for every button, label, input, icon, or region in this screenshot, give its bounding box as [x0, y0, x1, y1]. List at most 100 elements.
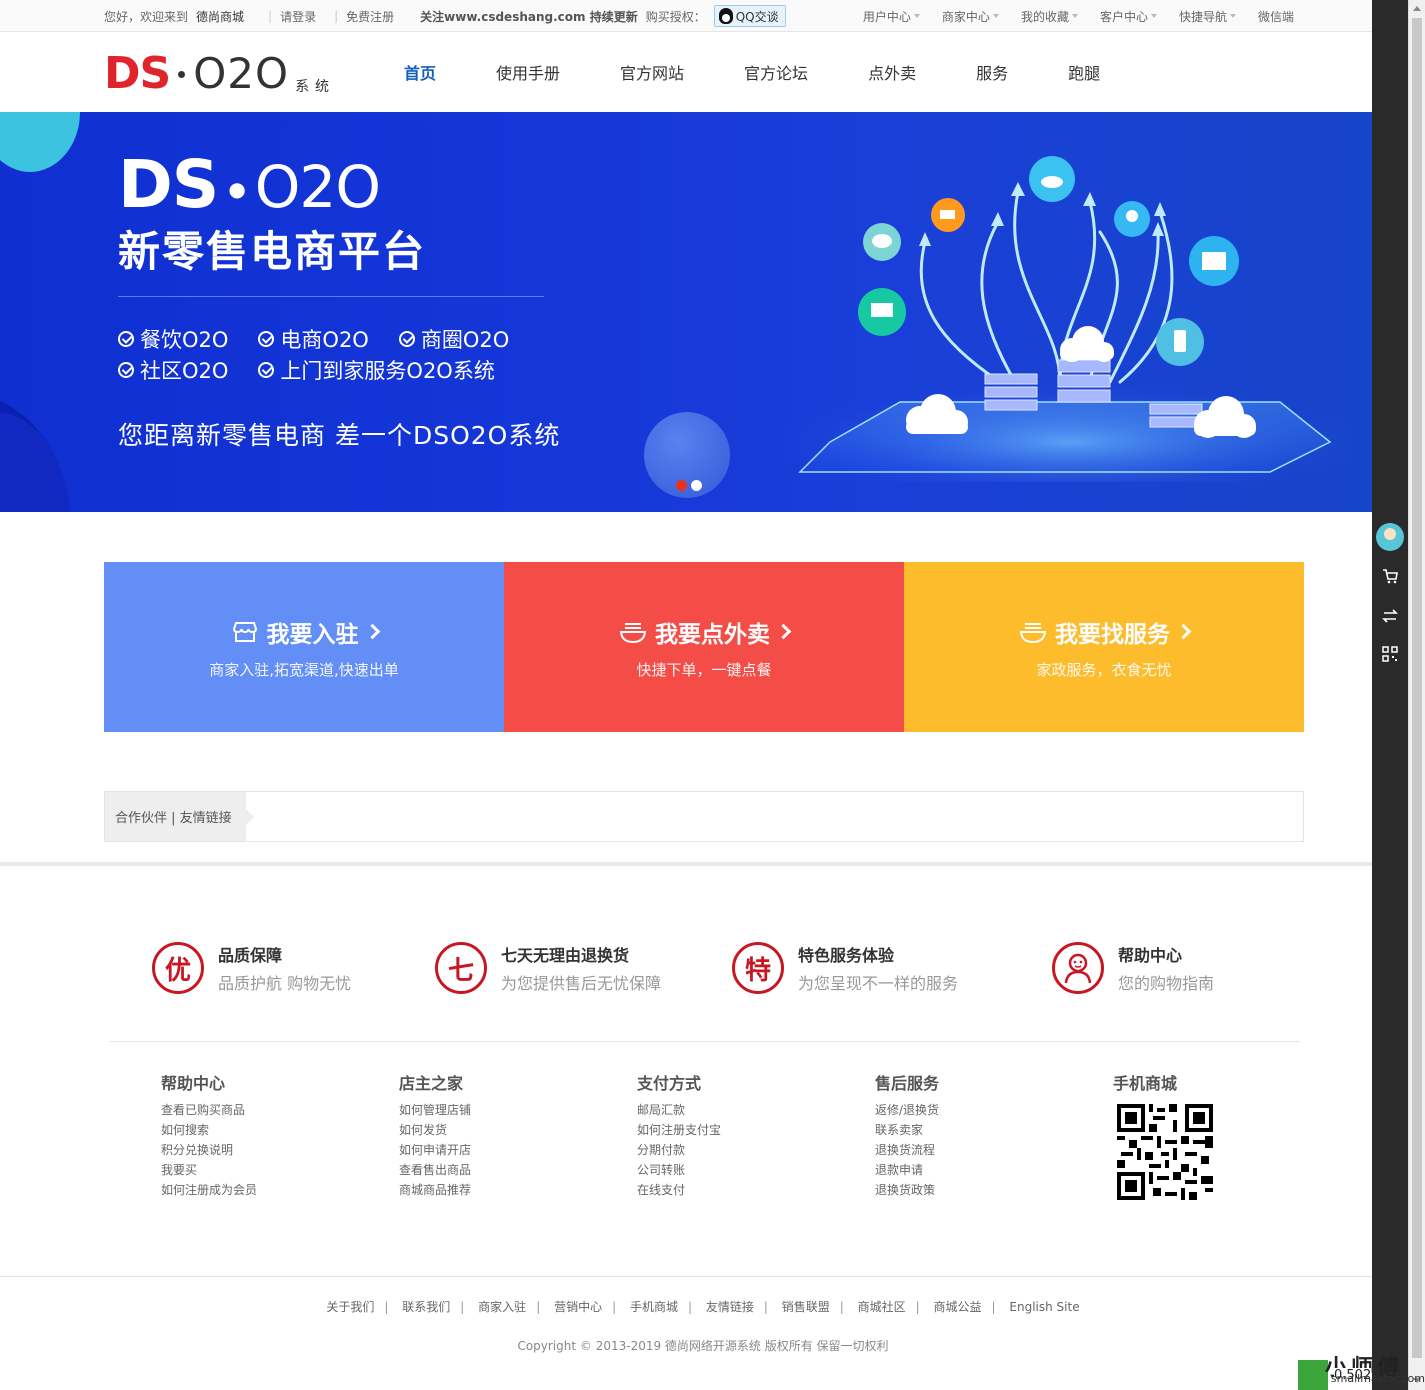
check-icon [258, 362, 275, 378]
nav-manual[interactable]: 使用手册 [496, 60, 560, 84]
footer-nav-link[interactable]: 联系我们 [402, 1300, 450, 1314]
watermark-logo-icon [1298, 1360, 1328, 1390]
guarantee-item: 七 七天无理由退换货 为您提供售后无忧保障 [406, 940, 703, 996]
carousel-dot[interactable] [676, 480, 687, 491]
footer-link[interactable]: 查看已购买商品 [161, 1100, 257, 1120]
scroll-up-icon [1413, 6, 1421, 11]
cloud-network-illustration [770, 156, 1350, 482]
nav-takeout[interactable]: 点外卖 [868, 60, 916, 84]
footer-link[interactable]: 如何管理店铺 [399, 1100, 471, 1120]
qq-penguin-icon [718, 8, 733, 24]
banner-features-row2: 社区O2O 上门到家服务O2O系统 [118, 355, 525, 385]
scrollbar[interactable] [1408, 0, 1425, 1390]
chevron-down-icon [1229, 14, 1236, 18]
check-icon [118, 362, 134, 378]
check-icon [118, 331, 134, 347]
quick-nav-menu[interactable]: 快捷导航 [1179, 8, 1236, 25]
guarantee-item: 优 品质保障 品质护航 购物无忧 [152, 940, 406, 996]
seller-center-menu[interactable]: 商家中心 [942, 8, 999, 25]
register-link[interactable]: 免费注册 [346, 8, 394, 25]
footer-link[interactable]: 返修/退换货 [875, 1100, 939, 1120]
check-icon [258, 331, 275, 347]
merchant-join-card[interactable]: 我要入驻 商家入驻,拓宽渠道,快速出单 [104, 562, 504, 732]
special-badge-icon: 特 [732, 942, 784, 994]
partner-links-tag: 合作伙伴 | 友情链接 [105, 792, 254, 841]
footer-link[interactable]: 退换货流程 [875, 1140, 939, 1160]
footer-link[interactable]: 公司转账 [637, 1160, 721, 1180]
wechat-link[interactable]: 微信端 [1258, 8, 1294, 25]
footer-nav-link[interactable]: 关于我们 [326, 1300, 374, 1314]
nav-forum[interactable]: 官方论坛 [744, 60, 808, 84]
page: 您好，欢迎来到 德尚商城 | 请登录 | 免费注册 关注www.csdeshan… [0, 0, 1372, 1390]
qr-code-icon[interactable] [1382, 646, 1398, 662]
login-link[interactable]: 请登录 [280, 8, 316, 25]
scrollbar-thumb[interactable] [1412, 18, 1422, 1358]
footer-col-payment: 支付方式 邮局汇款 如何注册支付宝 分期付款 公司转账 在线支付 [637, 1070, 721, 1200]
chevron-down-icon [1071, 14, 1078, 18]
footer-link[interactable]: 查看售出商品 [399, 1160, 471, 1180]
banner-title: DS ● O2O [118, 146, 381, 223]
footer-col-shop: 店主之家 如何管理店铺 如何发货 如何申请开店 查看售出商品 商城商品推荐 [399, 1070, 471, 1200]
footer-link[interactable]: 积分兑换说明 [161, 1140, 257, 1160]
find-service-title: 我要找服务 [1055, 621, 1170, 648]
footer-nav-link[interactable]: 手机商城 [630, 1300, 678, 1314]
header: DS O2O 系统 首页 使用手册 官方网站 官方论坛 点外卖 服务 跑腿 [0, 32, 1372, 112]
footer-nav-link[interactable]: 商家入驻 [478, 1300, 526, 1314]
bowl-icon [619, 622, 647, 643]
check-icon [398, 331, 415, 347]
footer-link[interactable]: 联系卖家 [875, 1120, 939, 1140]
footer-link[interactable]: 退款申请 [875, 1160, 939, 1180]
footer-link[interactable]: 如何注册支付宝 [637, 1120, 721, 1140]
find-service-sub: 家政服务，衣食无忧 [1036, 660, 1172, 679]
follow-text: 关注www.csdeshang.com 持续更新 [420, 9, 638, 24]
user-center-menu[interactable]: 用户中心 [863, 8, 920, 25]
favorites-menu[interactable]: 我的收藏 [1021, 8, 1078, 25]
site-logo[interactable]: DS O2O 系统 [104, 50, 335, 98]
chevron-right-icon [364, 623, 380, 640]
footer-link[interactable]: 分期付款 [637, 1140, 721, 1160]
footer-link[interactable]: 如何搜索 [161, 1120, 257, 1140]
chevron-down-icon [1150, 14, 1157, 18]
avatar[interactable] [1376, 523, 1404, 551]
help-person-icon [1052, 942, 1104, 994]
partner-links-bar: 合作伙伴 | 友情链接 [104, 791, 1304, 842]
chevron-down-icon [913, 14, 920, 18]
carousel-dots[interactable] [676, 480, 702, 491]
footer-nav-link[interactable]: 营销中心 [554, 1300, 602, 1314]
entry-cards: 我要入驻 商家入驻,拓宽渠道,快速出单 我要点外卖 快捷下单，一键点餐 我要找服… [104, 562, 1304, 732]
guarantee-item: 帮助中心 您的购物指南 [1000, 940, 1214, 996]
footer-link[interactable]: 商城商品推荐 [399, 1180, 471, 1200]
hero-banner[interactable]: DS ● O2O 新零售电商平台 餐饮O2O 电商O2O 商圈O2O 社区O2O 上… [0, 112, 1372, 512]
nav-official-site[interactable]: 官方网站 [620, 60, 684, 84]
nav-service[interactable]: 服务 [976, 60, 1008, 84]
footer-nav-link[interactable]: 商城公益 [934, 1300, 982, 1314]
nav-errand[interactable]: 跑腿 [1068, 60, 1100, 84]
seven-days-badge-icon: 七 [435, 942, 487, 994]
order-takeout-card[interactable]: 我要点外卖 快捷下单，一键点餐 [504, 562, 904, 732]
footer-link[interactable]: 退换货政策 [875, 1180, 939, 1200]
footer-nav-link[interactable]: 商城社区 [858, 1300, 906, 1314]
carousel-dot[interactable] [691, 480, 702, 491]
footer-nav-link[interactable]: 友情链接 [706, 1300, 754, 1314]
compare-icon[interactable] [1382, 608, 1398, 624]
footer-nav-link[interactable]: 销售联盟 [782, 1300, 830, 1314]
welcome-text: 您好，欢迎来到 [104, 9, 189, 24]
customer-center-menu[interactable]: 客户中心 [1100, 8, 1157, 25]
footer-nav-link[interactable]: English Site [1009, 1300, 1079, 1314]
chevron-right-icon [1175, 623, 1192, 640]
buy-license-text: 购买授权： [645, 9, 706, 24]
footer-link[interactable]: 如何发货 [399, 1120, 471, 1140]
footer-link[interactable]: 如何注册成为会员 [161, 1180, 257, 1200]
footer-link[interactable]: 在线支付 [637, 1180, 721, 1200]
footer-link[interactable]: 如何申请开店 [399, 1140, 471, 1160]
footer-link[interactable]: 邮局汇款 [637, 1100, 721, 1120]
find-service-card[interactable]: 我要找服务 家政服务，衣食无忧 [904, 562, 1304, 732]
cart-icon[interactable] [1382, 568, 1398, 584]
guarantee-item: 特 特色服务体验 为您呈现不一样的服务 [703, 940, 1000, 996]
banner-features-row1: 餐饮O2O 电商O2O 商圈O2O [118, 324, 539, 354]
footer-link[interactable]: 我要买 [161, 1160, 257, 1180]
nav-home[interactable]: 首页 [404, 60, 436, 84]
copyright: Copyright © 2013-2019 德尚网络开源系统 版权所有 保留一切… [517, 1339, 889, 1353]
qq-chat-button[interactable]: QQ交谈 [713, 5, 786, 27]
brand-link[interactable]: 德尚商城 [196, 8, 244, 25]
